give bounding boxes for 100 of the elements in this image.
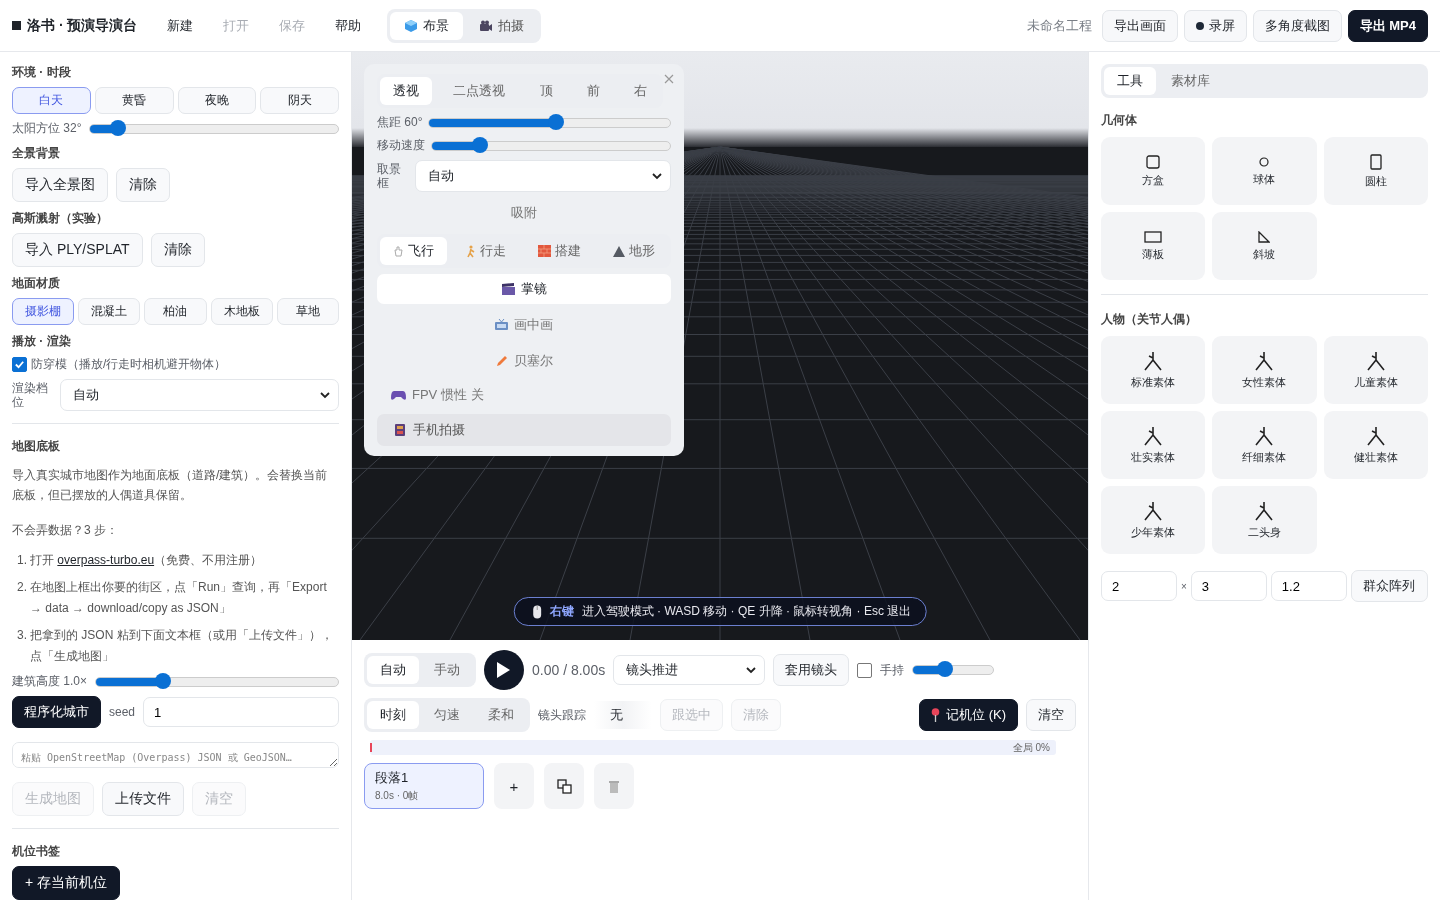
panel-button[interactable]: 清除 <box>150 233 205 267</box>
time-option[interactable]: 白天 <box>12 87 91 114</box>
view-tab[interactable]: 透视 <box>380 77 432 105</box>
panel-tab[interactable]: 素材库 <box>1158 67 1223 95</box>
toolbar-button[interactable]: 导出画面 <box>1101 9 1178 42</box>
easing-tab[interactable]: 匀速 <box>421 701 473 729</box>
times-sign: × <box>1181 580 1187 592</box>
shot-preset-select[interactable]: 镜头推进 <box>613 655 766 685</box>
easing-tab[interactable]: 柔和 <box>475 701 527 729</box>
geometry-tile[interactable]: 圆柱 <box>1323 137 1428 205</box>
view-tab[interactable]: 右 <box>621 77 660 105</box>
snap-toggle[interactable]: 吸附 <box>377 198 671 228</box>
link[interactable]: overpass-turbo.eu <box>57 553 155 568</box>
ground-option[interactable]: 木地板 <box>210 298 273 325</box>
triangle-icon <box>613 245 625 257</box>
clear-button[interactable]: 清空 <box>1026 699 1076 731</box>
slider[interactable] <box>428 117 671 128</box>
panel-button[interactable]: 导入全景图 <box>12 168 108 202</box>
feature-toggle[interactable]: 贝塞尔 <box>377 346 671 376</box>
view-tab[interactable]: 顶 <box>526 77 566 105</box>
time-option[interactable]: 黄昏 <box>94 87 174 114</box>
toolbar-button[interactable]: 录屏 <box>1183 9 1247 42</box>
section-title: 人物（关节人偶） <box>1101 311 1198 328</box>
figure-tile[interactable]: 少年素体 <box>1101 486 1206 554</box>
menu-item[interactable]: 新建 <box>155 10 206 41</box>
json-text-area[interactable]: 粘贴 OpenStreetMap (Overpass) JSON 或 GeoJSON… <box>12 742 339 768</box>
procedural-city-button[interactable]: 程序化城市 <box>12 696 101 729</box>
figure-tile[interactable]: 二头身 <box>1212 486 1317 554</box>
apply-shot-button[interactable]: 套用镜头 <box>773 654 850 686</box>
panel-tab[interactable]: 工具 <box>1104 67 1156 95</box>
columns-field[interactable]: 2 <box>1101 571 1177 601</box>
spacing-field[interactable]: 1.2 <box>1270 571 1347 601</box>
ground-option[interactable]: 柏油 <box>144 298 207 325</box>
feature-toggle[interactable]: 掌镜 <box>377 274 671 304</box>
rectangle-icon <box>1144 230 1163 243</box>
toolbar-button[interactable]: 导出 MP4 <box>1347 9 1428 42</box>
save-bookmark-button[interactable]: + 存当前机位 <box>12 866 121 900</box>
slider[interactable] <box>89 123 339 134</box>
play-mode-tab[interactable]: 自动 <box>367 656 419 684</box>
time-option[interactable]: 阴天 <box>260 87 339 114</box>
keyframe-button[interactable]: 记机位 (K) <box>919 699 1018 731</box>
trash-icon <box>609 779 619 793</box>
render-select[interactable]: 自动 <box>60 379 339 411</box>
mode-tab[interactable]: 布景 <box>390 11 464 40</box>
geometry-tile[interactable]: 球体 <box>1212 137 1317 205</box>
fpv-inertia-label: FPV 惯性 关 <box>412 386 484 404</box>
geometry-tile[interactable]: 方盒 <box>1101 137 1206 205</box>
toolbar-button[interactable]: 多角度截图 <box>1252 9 1342 42</box>
figure-tile[interactable]: 女性素体 <box>1212 336 1317 404</box>
rows-field[interactable]: 3 <box>1190 571 1267 601</box>
menu-item[interactable]: 帮助 <box>323 10 374 41</box>
phone-icon <box>395 424 405 436</box>
figure-tile[interactable]: 壮实素体 <box>1101 411 1206 479</box>
move-mode-tab[interactable]: 飞行 <box>380 237 447 265</box>
play-button[interactable] <box>484 650 524 690</box>
feature-toggle[interactable]: 画中画 <box>377 310 671 340</box>
rectangle-icon <box>1369 153 1382 170</box>
segment-card[interactable]: 段落1 8.0s · 0帧 <box>364 763 484 809</box>
play-mode-tab[interactable]: 手动 <box>421 656 473 684</box>
mode-tab[interactable]: 拍摄 <box>465 11 539 40</box>
add-segment-button[interactable]: + <box>494 763 534 809</box>
figure-tile[interactable]: 儿童素体 <box>1323 336 1428 404</box>
help-heading: 不会弄数据？3 步： <box>12 521 119 539</box>
close-icon[interactable] <box>662 72 676 86</box>
cube-icon <box>404 18 419 33</box>
ground-option[interactable]: 摄影棚 <box>12 298 75 325</box>
description-text: 导入真实城市地图作为地面底板（道路/建筑）。会替换当前底板，但已摆放的人偶道具保留。 <box>12 467 329 505</box>
pencil-icon <box>495 355 508 367</box>
time-option[interactable]: 夜晚 <box>177 87 257 114</box>
phone-capture-button[interactable]: 手机拍摄 <box>377 414 671 446</box>
crowd-array-button[interactable]: 群众阵列 <box>1350 570 1428 602</box>
step-number: 2. <box>17 579 27 597</box>
geometry-tile[interactable]: 薄板 <box>1101 212 1206 280</box>
move-mode-tab[interactable]: 搭建 <box>525 237 594 265</box>
figure-tile[interactable]: 标准素体 <box>1101 336 1206 404</box>
seed-field[interactable]: 1 <box>143 697 339 728</box>
checkbox[interactable] <box>857 662 873 678</box>
gamepad-icon <box>391 389 406 401</box>
view-tab[interactable]: 二点透视 <box>440 77 519 105</box>
frame-select[interactable]: 自动 <box>415 160 671 192</box>
figure-tile[interactable]: 健壮素体 <box>1323 411 1428 479</box>
ground-option[interactable]: 草地 <box>276 298 339 325</box>
figure-tile[interactable]: 纤细素体 <box>1212 411 1317 479</box>
segment-meta: 8.0s · 0帧 <box>375 789 420 803</box>
ground-option[interactable]: 混凝土 <box>78 298 141 325</box>
view-tab[interactable]: 前 <box>573 77 613 105</box>
panel-button[interactable]: 导入 PLY/SPLAT <box>12 233 143 267</box>
duplicate-button[interactable] <box>544 763 584 809</box>
checkbox[interactable] <box>12 357 27 372</box>
geometry-tile[interactable]: 斜坡 <box>1212 212 1317 280</box>
slider[interactable] <box>95 676 339 687</box>
map-button[interactable]: 上传文件 <box>102 782 184 816</box>
panel-button[interactable]: 清除 <box>116 168 170 202</box>
check-icon <box>14 359 25 370</box>
move-mode-tab[interactable]: 行走 <box>453 237 519 265</box>
section-title: 环境 · 时段 <box>12 64 72 81</box>
chevron-down-icon <box>320 390 330 400</box>
move-mode-tab[interactable]: 地形 <box>600 237 668 265</box>
easing-tab[interactable]: 时刻 <box>367 701 419 729</box>
slider[interactable] <box>431 140 671 151</box>
